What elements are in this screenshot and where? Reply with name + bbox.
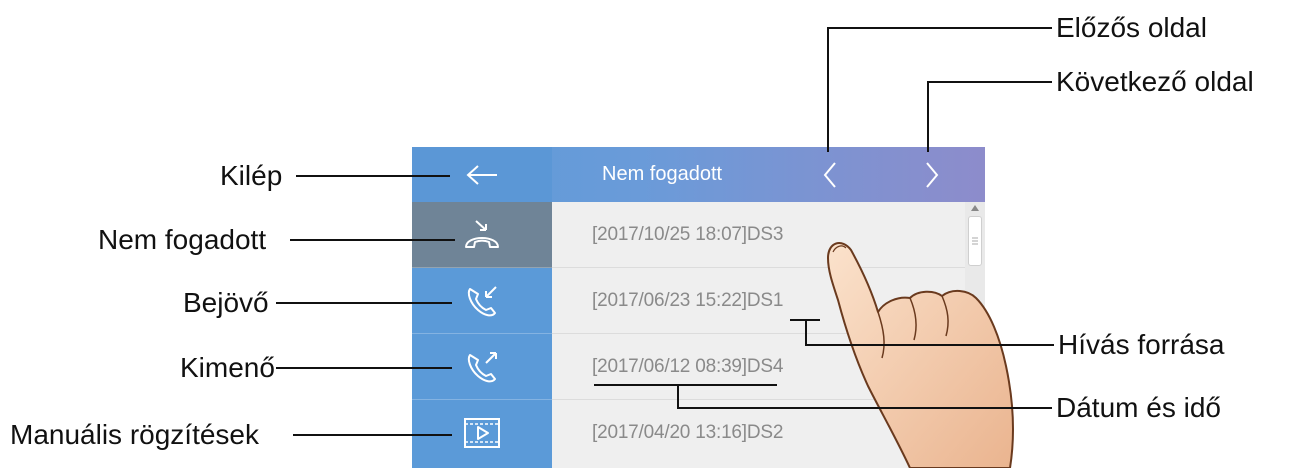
- callout-previous-page: Előzős oldal: [1056, 12, 1207, 43]
- callout-date-time: Dátum és idő: [1056, 392, 1221, 423]
- callout-incoming: Bejövő: [183, 287, 269, 318]
- callout-missed: Nem fogadott: [98, 224, 267, 255]
- callout-manual-records: Manuális rögzítések: [10, 419, 260, 450]
- callout-call-source: Hívás forrása: [1058, 329, 1225, 360]
- callout-outgoing: Kimenő: [180, 352, 275, 383]
- callout-next-page: Következő oldal: [1056, 66, 1254, 97]
- callout-exit: Kilép: [220, 160, 283, 191]
